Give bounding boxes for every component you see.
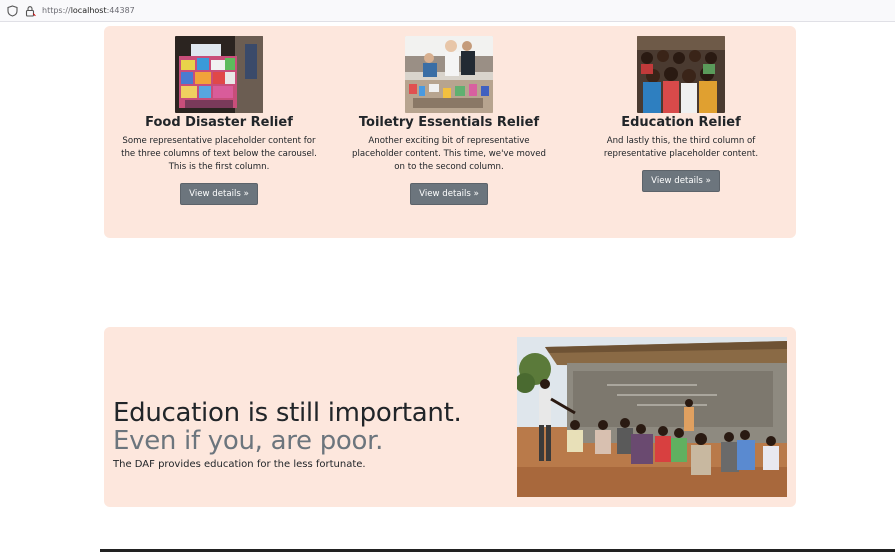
column-title: Toiletry Essentials Relief [358, 115, 540, 130]
view-details-button[interactable]: View details » [180, 183, 258, 205]
food-relief-photo [175, 36, 263, 113]
url-port: :44387 [106, 6, 135, 15]
outdoor-classroom-photo [517, 337, 787, 497]
column-text: Some representative placeholder content … [121, 136, 317, 172]
featurette-panel: Education is still important. Even if yo… [104, 327, 796, 507]
toiletry-relief-photo [405, 36, 493, 113]
marketing-column: Toiletry Essentials Relief Another excit… [344, 36, 554, 205]
url-prefix: https:// [42, 6, 71, 15]
column-text: And lastly this, the third column of rep… [603, 136, 759, 159]
url-host: localhost [70, 6, 107, 15]
featurette-lead: The DAF provides education for the less … [113, 459, 366, 470]
shield-icon[interactable] [6, 4, 18, 17]
view-details-button[interactable]: View details » [642, 170, 720, 192]
featurette-heading-text: Education is still important. [113, 398, 462, 428]
featurette-text: Education is still important. Even if yo… [113, 398, 462, 470]
url-text[interactable]: https://localhost:44387 [42, 6, 135, 15]
featurette-heading-muted: Even if you, are poor. [113, 426, 384, 456]
education-relief-photo [637, 36, 725, 113]
marketing-column: Food Disaster Relief Some representative… [114, 36, 324, 205]
view-details-button[interactable]: View details » [410, 183, 488, 205]
column-title: Education Relief [621, 115, 741, 130]
marketing-panel: Food Disaster Relief Some representative… [104, 26, 796, 238]
lock-icon[interactable] [24, 5, 36, 17]
featurette-heading: Education is still important. Even if yo… [113, 398, 462, 456]
column-title: Food Disaster Relief [145, 115, 293, 130]
marketing-column: Education Relief And lastly this, the th… [576, 36, 786, 192]
column-text: Another exciting bit of representative p… [352, 136, 546, 172]
address-bar[interactable]: https://localhost:44387 [0, 0, 895, 22]
